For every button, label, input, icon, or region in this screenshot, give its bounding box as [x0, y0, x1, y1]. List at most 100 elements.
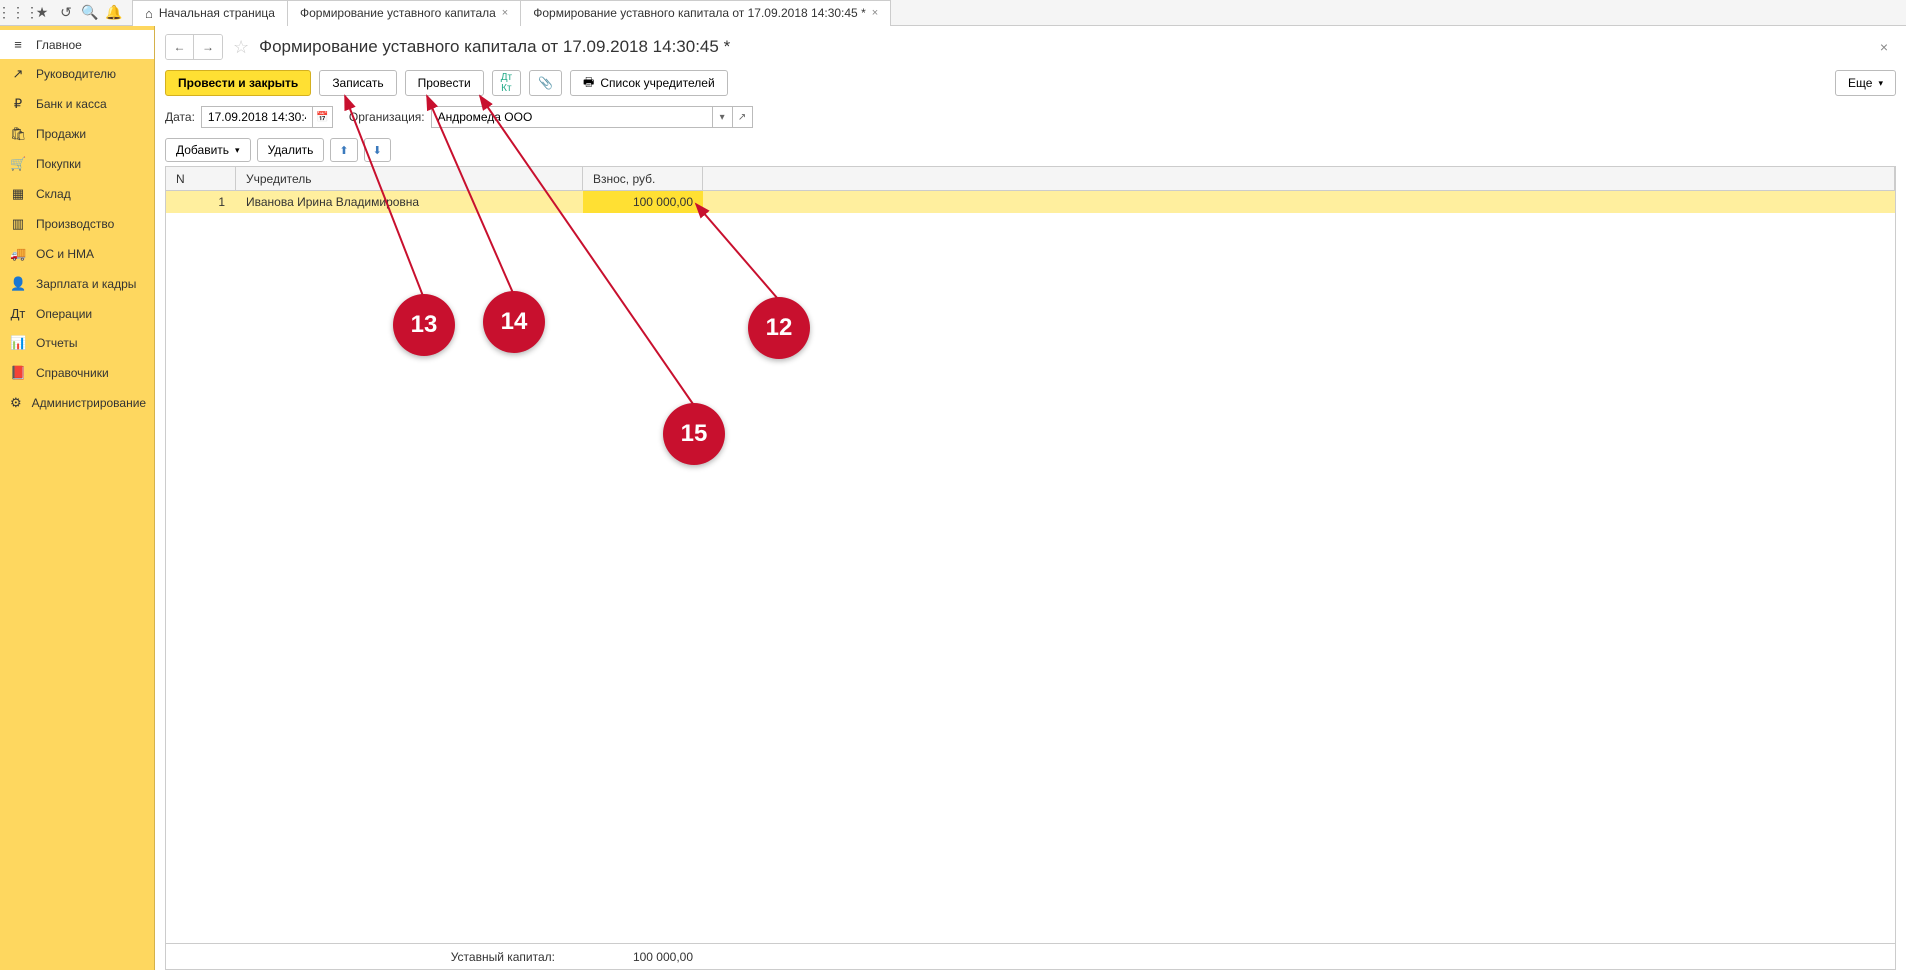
button-label: Еще	[1848, 76, 1872, 90]
org-input-wrap: ▾ ↗	[431, 106, 753, 128]
post-and-close-button[interactable]: Провести и закрыть	[165, 70, 311, 96]
table-footer: Уставный капитал: 100 000,00	[166, 943, 1895, 969]
button-label: Добавить	[176, 143, 229, 157]
table-row[interactable]: 1 Иванова Ирина Владимировна 100 000,00	[166, 191, 1895, 213]
sidebar-item-production[interactable]: ▥ Производство	[0, 209, 154, 239]
sidebar-item-label: Склад	[36, 187, 71, 201]
filter-row: Дата: 📅 Организация: ▾ ↗	[165, 106, 1896, 128]
favorite-icon[interactable]: ☆	[233, 37, 249, 58]
sidebar-item-label: Производство	[36, 217, 114, 231]
sidebar-item-label: Руководителю	[36, 67, 116, 81]
person-icon: 👤	[10, 276, 26, 292]
post-button[interactable]: Провести	[405, 70, 484, 96]
tab-label: Формирование уставного капитала от 17.09…	[533, 6, 866, 20]
footer-amount: 100 000,00	[583, 950, 703, 964]
book-icon: 📕	[10, 365, 26, 381]
org-label: Организация:	[349, 110, 425, 124]
sidebar-item-label: Отчеты	[36, 336, 77, 350]
sidebar-item-warehouse[interactable]: ▦ Склад	[0, 179, 154, 209]
cell-rest	[703, 191, 1895, 213]
col-amount[interactable]: Взнос, руб.	[583, 167, 703, 190]
sidebar-item-label: Справочники	[36, 366, 109, 380]
apps-icon[interactable]: ⋮⋮⋮	[6, 1, 30, 25]
chevron-down-icon: ▾	[235, 145, 240, 156]
tab-doc-current[interactable]: Формирование уставного капитала от 17.09…	[521, 0, 891, 26]
cart-icon: 🛒	[10, 156, 26, 172]
close-page-button[interactable]: ×	[1872, 35, 1896, 59]
close-icon[interactable]: ×	[502, 7, 508, 19]
table-header: N Учредитель Взнос, руб.	[166, 167, 1895, 191]
sidebar-item-catalogs[interactable]: 📕 Справочники	[0, 358, 154, 388]
tab-home[interactable]: ⌂ Начальная страница	[132, 0, 288, 26]
bag-icon: 🛍	[10, 126, 26, 142]
sidebar-item-purchases[interactable]: 🛒 Покупки	[0, 149, 154, 179]
cell-number: 1	[166, 191, 236, 213]
col-founder[interactable]: Учредитель	[236, 167, 583, 190]
add-button[interactable]: Добавить ▾	[165, 138, 251, 162]
home-icon: ⌂	[145, 6, 153, 21]
sidebar-item-operations[interactable]: Дт Операции	[0, 299, 154, 328]
search-icon[interactable]: 🔍	[78, 1, 102, 25]
more-button[interactable]: Еще ▾	[1835, 70, 1896, 96]
forward-button[interactable]: →	[194, 35, 222, 59]
production-icon: ▥	[10, 216, 26, 232]
sidebar-item-label: ОС и НМА	[36, 247, 94, 261]
col-number[interactable]: N	[166, 167, 236, 190]
barchart-icon: 📊	[10, 335, 26, 351]
footer-label: Уставный капитал:	[166, 950, 583, 964]
save-button[interactable]: Записать	[319, 70, 396, 96]
bell-icon[interactable]: 🔔	[102, 1, 126, 25]
move-down-button[interactable]: ⬇	[364, 138, 391, 162]
chevron-down-icon: ▾	[1878, 78, 1883, 89]
cell-amount[interactable]: 100 000,00	[583, 191, 703, 213]
close-icon[interactable]: ×	[872, 7, 878, 19]
nav-buttons: ← →	[165, 34, 223, 60]
attachments-button[interactable]: 📎	[529, 70, 562, 96]
history-icon[interactable]: ↺	[54, 1, 78, 25]
layout: ≡ Главное ↗ Руководителю ₽ Банк и касса …	[0, 26, 1906, 970]
col-rest	[703, 167, 1895, 190]
table-toolbar: Добавить ▾ Удалить ⬆ ⬇	[165, 138, 1896, 162]
top-icons: ⋮⋮⋮ ★ ↺ 🔍 🔔	[0, 1, 132, 25]
back-button[interactable]: ←	[166, 35, 194, 59]
page-title: Формирование уставного капитала от 17.09…	[259, 37, 730, 57]
clip-icon: 📎	[538, 76, 553, 90]
sidebar-item-admin[interactable]: ⚙ Администрирование	[0, 388, 154, 418]
grid-icon: ▦	[10, 186, 26, 202]
founders-table: N Учредитель Взнос, руб. 1 Иванова Ирина…	[165, 166, 1896, 970]
button-label: Список учредителей	[600, 76, 714, 90]
ruble-icon: ₽	[10, 96, 26, 112]
date-input[interactable]	[202, 107, 312, 127]
sidebar-item-label: Зарплата и кадры	[36, 277, 136, 291]
star-icon[interactable]: ★	[30, 1, 54, 25]
dtkt-icon: ДтКт	[501, 72, 512, 94]
sidebar-item-main[interactable]: ≡ Главное	[0, 30, 154, 59]
page-header: ← → ☆ Формирование уставного капитала от…	[165, 34, 1896, 60]
tab-doc-list[interactable]: Формирование уставного капитала ×	[288, 0, 521, 26]
sidebar-item-salary[interactable]: 👤 Зарплата и кадры	[0, 269, 154, 299]
sidebar-item-bank[interactable]: ₽ Банк и касса	[0, 89, 154, 119]
org-input[interactable]	[432, 107, 712, 127]
calendar-icon[interactable]: 📅	[312, 107, 332, 127]
founders-list-button[interactable]: 🖶 Список учредителей	[570, 70, 728, 96]
sidebar-item-reports[interactable]: 📊 Отчеты	[0, 328, 154, 358]
move-up-button[interactable]: ⬆	[330, 138, 357, 162]
dt-kt-button[interactable]: ДтКт	[492, 70, 521, 96]
open-icon[interactable]: ↗	[732, 107, 752, 127]
sidebar-item-manager[interactable]: ↗ Руководителю	[0, 59, 154, 89]
sidebar-item-assets[interactable]: 🚚 ОС и НМА	[0, 239, 154, 269]
debit-icon: Дт	[10, 306, 26, 321]
menu-icon: ≡	[10, 37, 26, 52]
gear-icon: ⚙	[10, 395, 22, 411]
sidebar-item-sales[interactable]: 🛍 Продажи	[0, 119, 154, 149]
cell-founder[interactable]: Иванова Ирина Владимировна	[236, 191, 583, 213]
arrow-down-icon: ⬇	[373, 144, 382, 157]
delete-button[interactable]: Удалить	[257, 138, 325, 162]
annotation-12: 12	[748, 297, 810, 359]
annotation-14: 14	[483, 291, 545, 353]
dropdown-icon[interactable]: ▾	[712, 107, 732, 127]
sidebar-item-label: Операции	[36, 307, 92, 321]
annotation-15: 15	[663, 403, 725, 465]
date-label: Дата:	[165, 110, 195, 124]
print-icon: 🖶	[583, 73, 594, 94]
